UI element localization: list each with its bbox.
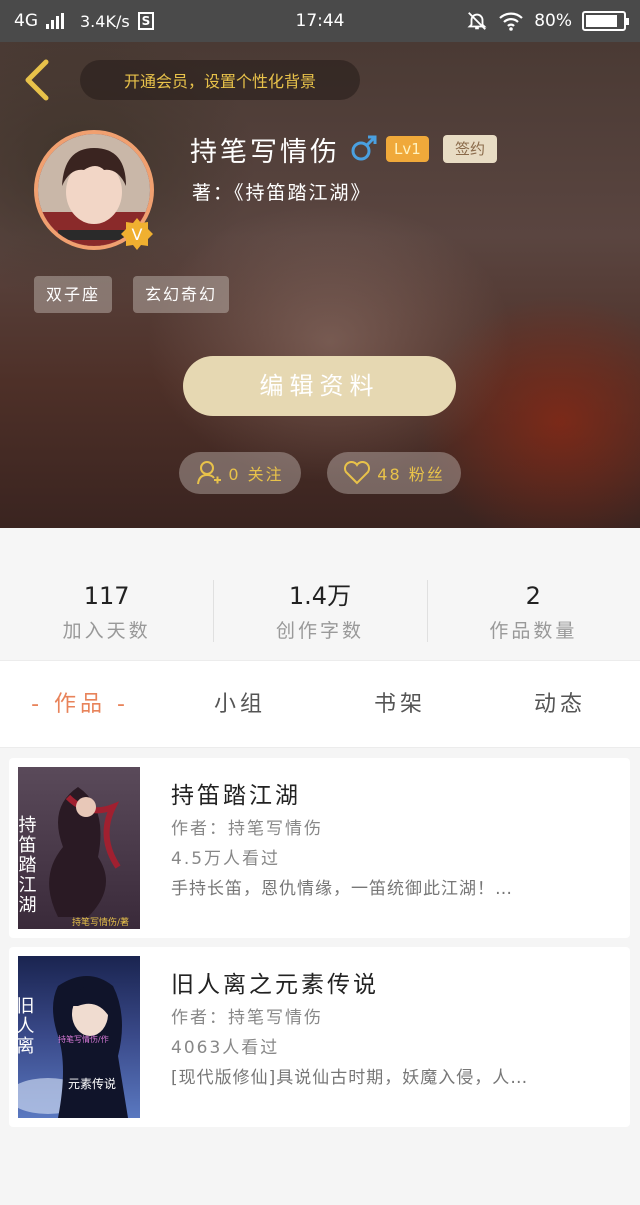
fans-label: 48 粉丝 <box>377 465 445 484</box>
network-type: 4G <box>14 11 38 31</box>
s-app-icon: S <box>137 12 155 30</box>
book-author: 作者：持笔写情伤 <box>171 1008 323 1028</box>
back-arrow-icon[interactable] <box>18 58 58 102</box>
verified-badge-icon: V <box>121 218 153 250</box>
edit-profile-button[interactable]: 编辑资料 <box>183 356 456 416</box>
fans-button[interactable]: 48 粉丝 <box>327 452 461 494</box>
svg-text:持笔写情伤/著: 持笔写情伤/著 <box>72 916 129 928</box>
vip-background-banner[interactable]: 开通会员，设置个性化背景 <box>80 60 360 100</box>
stat-label: 创作字数 <box>275 620 364 642</box>
stats-row: 117 加入天数 1.4万 创作字数 2 作品数量 <box>0 528 640 660</box>
works-line[interactable]: 著：《持笛踏江湖》 <box>192 178 372 205</box>
tab-bar: - 作品 - 小组 书架 动态 <box>0 660 640 748</box>
level-badge: Lv1 <box>386 136 429 162</box>
book-cover: 持笛踏江湖 持笔写情伤/著 <box>18 767 140 929</box>
stat-value: 1.4万 <box>288 582 352 610</box>
svg-text:V: V <box>132 225 143 244</box>
stat-label: 作品数量 <box>489 620 578 642</box>
book-views: 4063人看过 <box>171 1038 280 1058</box>
stat-works: 2 作品数量 <box>426 528 640 660</box>
tab-groups[interactable]: 小组 <box>160 661 320 747</box>
status-bar: 4G 3.4K/s S 17:44 80% <box>0 0 640 42</box>
svg-text:持笔写情伤/作: 持笔写情伤/作 <box>58 1034 109 1044</box>
svg-text:元素传说: 元素传说 <box>68 1076 116 1091</box>
network-speed: 3.4K/s <box>80 11 130 31</box>
tab-activity[interactable]: 动态 <box>480 661 640 747</box>
tab-works[interactable]: - 作品 - <box>0 661 160 747</box>
following-label: 0 关注 <box>228 465 284 484</box>
username: 持笔写情伤 <box>190 137 340 168</box>
signed-badge: 签约 <box>443 135 497 163</box>
svg-text:旧人离: 旧人离 <box>18 996 35 1056</box>
stat-label: 加入天数 <box>62 620 151 642</box>
tag-zodiac[interactable]: 双子座 <box>34 276 113 313</box>
signal-icon <box>46 13 64 29</box>
book-card[interactable]: 旧人离 元素传说 持笔写情伤/作 旧人离之元素传说 作者：持笔写情伤 4063人… <box>9 947 630 1127</box>
book-card[interactable]: 持笛踏江湖 持笔写情伤/著 持笛踏江湖 作者：持笔写情伤 4.5万人看过 手持长… <box>9 758 630 938</box>
add-user-icon <box>197 461 222 485</box>
book-cover: 旧人离 元素传说 持笔写情伤/作 <box>18 956 140 1118</box>
wifi-icon <box>499 12 523 31</box>
stat-words: 1.4万 创作字数 <box>213 528 426 660</box>
battery-icon <box>582 11 629 31</box>
mute-bell-icon <box>467 12 487 30</box>
heart-icon <box>344 461 371 485</box>
stat-value: 117 <box>83 582 130 610</box>
stat-days: 117 加入天数 <box>0 528 213 660</box>
book-description: [现代版修仙]具说仙古时期，妖魔入侵，人… <box>171 1068 529 1088</box>
male-gender-icon <box>351 135 377 161</box>
tag-genre[interactable]: 玄幻奇幻 <box>133 276 230 313</box>
following-button[interactable]: 0 关注 <box>179 452 301 494</box>
profile-header: 开通会员，设置个性化背景 V 持笔写情伤 Lv1 签约 著：《持笛踏江湖》 双子… <box>0 42 640 528</box>
cover-title: 持笛踏江湖 <box>18 815 37 915</box>
tab-bookshelf[interactable]: 书架 <box>320 661 480 747</box>
battery-percent: 80% <box>534 11 572 31</box>
book-description: 手持长笛，恩仇情缘，一笛统御此江湖！… <box>171 879 513 899</box>
book-title: 持笛踏江湖 <box>171 783 301 809</box>
book-title: 旧人离之元素传说 <box>171 972 379 998</box>
stat-value: 2 <box>525 582 541 610</box>
book-views: 4.5万人看过 <box>171 849 281 869</box>
book-author: 作者：持笔写情伤 <box>171 819 323 839</box>
